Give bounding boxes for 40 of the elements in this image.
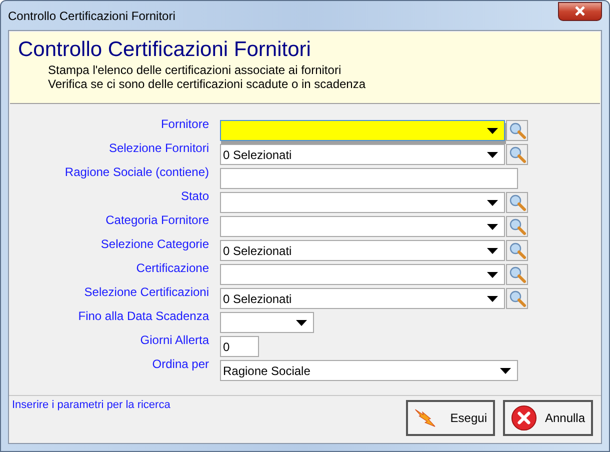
field-label: Categoria Fornitore <box>104 213 210 227</box>
field-label: Giorni Allerta <box>139 333 210 347</box>
dropdown-arrow-icon[interactable] <box>487 152 498 158</box>
dropdown-arrow-icon[interactable] <box>296 320 307 326</box>
field-label: Selezione Fornitori <box>108 141 210 155</box>
dropdown-field[interactable]: 0 Selezionati <box>220 288 505 309</box>
field-label: Ragione Sociale (contiene) <box>64 165 210 179</box>
dropdown-arrow-icon[interactable] <box>487 128 498 134</box>
dialog-heading: Controllo Certificazioni Fornitori <box>18 37 312 63</box>
dropdown-field[interactable] <box>220 120 505 141</box>
dropdown-field[interactable] <box>220 264 505 285</box>
dropdown-arrow-icon[interactable] <box>500 368 511 374</box>
dropdown-arrow-icon[interactable] <box>487 296 498 302</box>
input-field[interactable] <box>220 168 518 189</box>
cancel-button[interactable]: Annulla <box>503 400 593 436</box>
field-label: Fornitore <box>160 117 210 131</box>
field-label: Certificazione <box>135 261 210 275</box>
dropdown-arrow-icon[interactable] <box>487 200 498 206</box>
dropdown-arrow-icon[interactable] <box>487 224 498 230</box>
field-label: Stato <box>180 189 210 203</box>
field-label: Fino alla Data Scadenza <box>77 309 210 323</box>
field-label: Selezione Certificazioni <box>83 285 210 299</box>
dropdown-field[interactable] <box>220 216 505 237</box>
field-label: Ordina per <box>151 357 210 371</box>
run-button[interactable]: Esegui <box>406 400 495 436</box>
dropdown-arrow-icon[interactable] <box>487 248 498 254</box>
close-button[interactable] <box>558 2 602 20</box>
dropdown-field[interactable]: Ragione Sociale <box>220 360 518 381</box>
description-text: Verifica se ci sono delle certificazioni scadute o in scadenza <box>47 77 367 91</box>
close-icon[interactable] <box>511 404 537 432</box>
dropdown-field[interactable]: 0 Selezionati <box>220 144 505 165</box>
window-title: Controllo Certificazioni Fornitori <box>8 8 176 22</box>
dropdown-field[interactable] <box>220 312 314 333</box>
description-text: Stampa l'elenco delle certificazioni associate ai fornitori <box>47 63 342 77</box>
field-label: Selezione Categorie <box>100 237 210 251</box>
dropdown-field[interactable] <box>220 192 505 213</box>
status-text: Inserire i parametri per la ricerca <box>12 399 170 413</box>
dropdown-arrow-icon[interactable] <box>487 272 498 278</box>
input-field[interactable]: 0 <box>220 336 259 357</box>
dropdown-field[interactable]: 0 Selezionati <box>220 240 505 261</box>
